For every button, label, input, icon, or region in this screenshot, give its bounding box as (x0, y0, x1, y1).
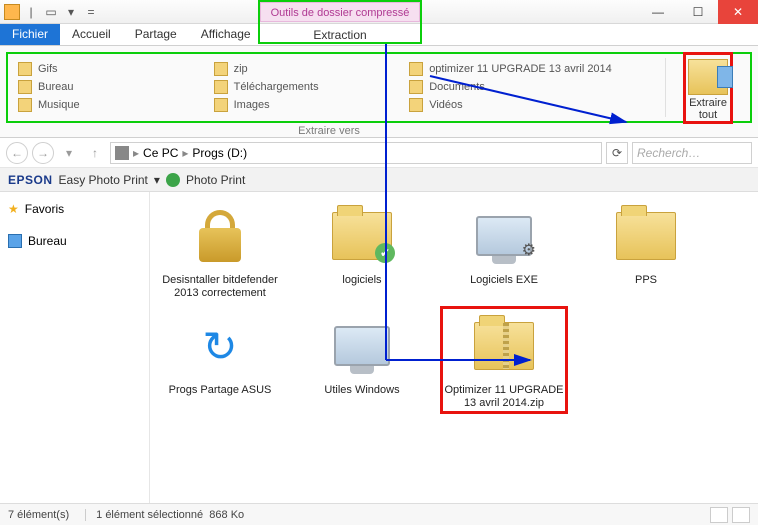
file-item[interactable]: Desisntaller bitdefender 2013 correcteme… (160, 200, 280, 300)
file-item[interactable]: PPS (586, 200, 706, 300)
status-selection: 1 élément sélectionné 868 Ko (85, 509, 244, 521)
forward-button[interactable]: → (32, 142, 54, 164)
tab-extraction[interactable]: Extraction (260, 24, 420, 46)
pc-icon (115, 146, 129, 160)
photo-print-button[interactable]: Photo Print (186, 173, 245, 187)
system-menu-icon[interactable] (4, 4, 20, 20)
ribbon-group-caption: Extraire vers (0, 125, 658, 137)
monitor-gear-icon (476, 216, 532, 256)
status-count: 7 élément(s) (8, 509, 69, 521)
close-button[interactable]: ✕ (718, 0, 758, 24)
ribbon-destinations-col2: zip Téléchargements Images (204, 54, 400, 121)
extract-icon (688, 59, 728, 95)
epson-toolbar: EPSON Easy Photo Print ▾ Photo Print (0, 168, 758, 192)
monitor-icon (334, 326, 390, 366)
chevron-right-icon[interactable]: ▸ (182, 146, 188, 160)
epson-logo: EPSON (8, 173, 53, 187)
file-item[interactable]: Utiles Windows (302, 310, 422, 410)
tab-file[interactable]: Fichier (0, 23, 60, 45)
extract-all-label-2: tout (688, 109, 728, 121)
status-bar: 7 élément(s) 1 élément sélectionné 868 K… (0, 503, 758, 525)
folder-icon (409, 62, 423, 76)
file-item[interactable]: ↻ Progs Partage ASUS (160, 310, 280, 410)
desktop-icon (8, 234, 22, 248)
view-details-button[interactable] (710, 507, 728, 523)
star-icon: ★ (8, 202, 19, 216)
crumb-cepc[interactable]: Ce PC (143, 146, 178, 160)
file-item[interactable]: Logiciels EXE (444, 200, 564, 300)
folder-icon (409, 80, 423, 94)
dest-optimizer[interactable]: optimizer 11 UPGRADE 13 avril 2014 (409, 60, 655, 78)
address-bar: ← → ▾ ↑ ▸ Ce PC ▸ Progs (D:) ⟳ Recherch… (0, 138, 758, 168)
folder-icon (409, 98, 423, 112)
folder-icon (18, 62, 32, 76)
dropdown-icon[interactable]: ▾ (154, 173, 160, 187)
ribbon-destinations-col1: Gifs Bureau Musique (8, 54, 204, 121)
search-input[interactable]: Recherch… (632, 142, 752, 164)
ribbon-destinations-col3: optimizer 11 UPGRADE 13 avril 2014 Docum… (399, 54, 665, 121)
tab-share[interactable]: Partage (123, 23, 189, 45)
dest-bureau[interactable]: Bureau (18, 78, 194, 96)
folder-icon (18, 80, 32, 94)
back-button[interactable]: ← (6, 142, 28, 164)
up-button[interactable]: ↑ (84, 142, 106, 164)
minimize-button[interactable]: — (638, 0, 678, 24)
photo-print-icon (166, 173, 180, 187)
context-tab-group-label: Outils de dossier compressé (260, 2, 420, 22)
breadcrumb[interactable]: ▸ Ce PC ▸ Progs (D:) (110, 142, 602, 164)
properties-button[interactable]: ▭ (42, 3, 60, 21)
quick-access-toolbar: | ▭ ▾ = (0, 3, 100, 21)
tab-home[interactable]: Accueil (60, 23, 123, 45)
lock-icon (199, 210, 241, 262)
dest-telechargements[interactable]: Téléchargements (214, 78, 390, 96)
sync-icon: ↻ (202, 322, 237, 371)
folder-icon (616, 212, 676, 260)
file-item[interactable]: logiciels (302, 200, 422, 300)
dest-images[interactable]: Images (214, 96, 390, 114)
new-folder-button[interactable]: ▾ (62, 3, 80, 21)
refresh-button[interactable]: ⟳ (606, 142, 628, 164)
file-list[interactable]: Desisntaller bitdefender 2013 correcteme… (150, 192, 758, 503)
dest-zip[interactable]: zip (214, 60, 390, 78)
nav-desktop[interactable]: Bureau (8, 230, 141, 252)
folder-icon (18, 98, 32, 112)
folder-icon (214, 98, 228, 112)
folder-icon (214, 62, 228, 76)
qat-overflow[interactable]: = (82, 3, 100, 21)
tab-view[interactable]: Affichage (189, 23, 263, 45)
ribbon-tabs: Fichier Accueil Partage Affichage Extrac… (0, 24, 758, 46)
crumb-progs[interactable]: Progs (D:) (192, 146, 247, 160)
annotation-green-box-ribbon: Gifs Bureau Musique zip Téléchargements … (6, 52, 752, 123)
dest-gifs[interactable]: Gifs (18, 60, 194, 78)
maximize-button[interactable]: ☐ (678, 0, 718, 24)
folder-icon (214, 80, 228, 94)
dest-videos[interactable]: Vidéos (409, 96, 655, 114)
nav-favorites[interactable]: ★ Favoris (8, 198, 141, 220)
extract-all-button[interactable]: Extraire tout (683, 52, 733, 124)
ribbon: Gifs Bureau Musique zip Téléchargements … (0, 46, 758, 138)
qat-separator: | (22, 3, 40, 21)
zip-folder-icon (474, 322, 534, 370)
dest-documents[interactable]: Documents (409, 78, 655, 96)
dest-musique[interactable]: Musique (18, 96, 194, 114)
navigation-pane: ★ Favoris Bureau (0, 192, 150, 503)
chevron-right-icon[interactable]: ▸ (133, 146, 139, 160)
folder-check-icon (332, 212, 392, 260)
extract-all-label-1: Extraire (688, 97, 728, 109)
easy-photo-print-button[interactable]: Easy Photo Print (59, 173, 148, 187)
view-icons-button[interactable] (732, 507, 750, 523)
recent-dropdown[interactable]: ▾ (58, 142, 80, 164)
file-item-selected[interactable]: Optimizer 11 UPGRADE 13 avril 2014.zip (444, 310, 564, 410)
